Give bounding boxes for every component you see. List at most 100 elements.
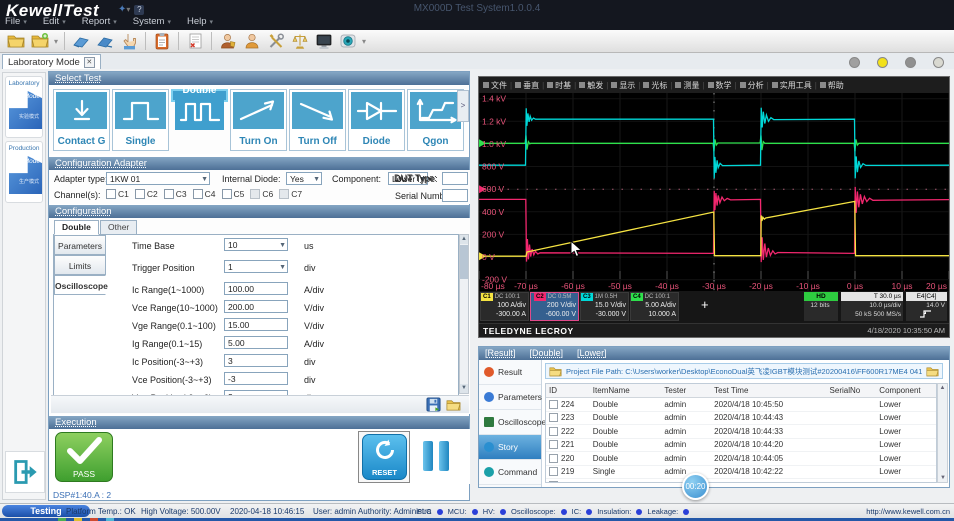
internal-diode-select[interactable]: Yes▼ [286, 172, 322, 185]
channel-checkbox-c7[interactable]: C7 [279, 189, 302, 199]
table-row[interactable]: 220Doubleadmin2020/4/18 10:44:05Lower [546, 452, 936, 466]
adapter-type-select[interactable]: 1KW 01▼ [106, 172, 210, 185]
results-nav-story[interactable]: Story [479, 435, 541, 460]
menu-report[interactable]: Report▾ [82, 16, 117, 27]
report-doc-icon[interactable] [185, 31, 205, 51]
laboratory-mode-button[interactable]: Laboratory Mode 实验模式 [5, 76, 43, 138]
scope-menu-3[interactable]: 时基 [547, 80, 571, 91]
channel-checkbox-c6[interactable]: C6 [250, 189, 273, 199]
process-blue2-icon[interactable] [95, 31, 115, 51]
test-button-double[interactable]: Double [171, 89, 228, 102]
column-header-itemname[interactable]: ItemName [590, 386, 662, 395]
table-row[interactable]: 222Doubleadmin2020/4/18 10:44:33Lower [546, 425, 936, 439]
scope-menu-11[interactable]: 帮助 [820, 80, 844, 91]
test-button-single[interactable]: Single [112, 89, 169, 151]
config-side-tab-limits[interactable]: Limits [54, 255, 106, 275]
row-checkbox[interactable] [549, 400, 558, 409]
open-project-icon[interactable] [6, 31, 26, 51]
row-checkbox[interactable] [549, 467, 558, 476]
trigger-box[interactable]: E4[C4]14.0 V [906, 292, 947, 321]
scope-menu-9[interactable]: 分析 [740, 80, 764, 91]
scope-menu-1[interactable]: 文件 [483, 80, 507, 91]
scope-menu-2[interactable]: 垂直 [515, 80, 539, 91]
menu-edit[interactable]: Edit▾ [43, 16, 66, 27]
test-button-turn-off[interactable]: Turn Off [289, 89, 346, 151]
field-input-5[interactable]: 15.00 [224, 318, 288, 331]
config-side-tab-oscilloscope[interactable]: Oscilloscope [54, 275, 106, 295]
scope-menu-6[interactable]: 光标 [643, 80, 667, 91]
column-header-serialno[interactable]: SerialNo [827, 386, 877, 395]
table-row[interactable]: 219Singleadmin2020/4/18 10:42:22Lower [546, 466, 936, 480]
menu-system[interactable]: System▾ [133, 16, 171, 27]
results-nav-oscilloscope[interactable]: Oscilloscope [479, 410, 541, 435]
test-scroll-right-arrow[interactable]: > [457, 90, 469, 122]
pass-status-button[interactable]: PASS [55, 432, 113, 482]
scope-menu-7[interactable]: 测量 [675, 80, 699, 91]
table-row[interactable]: 224Doubleadmin2020/4/18 10:45:50Lower [546, 398, 936, 412]
scroll-down-icon[interactable]: ▼ [940, 475, 946, 481]
channel-box-c2[interactable]: C2DC 0.5M200 V/div-600.00 V [530, 292, 579, 321]
production-mode-button[interactable]: Production Mode 生产模式 [5, 141, 43, 203]
test-button-contact-g[interactable]: Contact G [53, 89, 110, 151]
channel-box-c1[interactable]: C1DC 100:1100 A/div-300.00 A [480, 292, 529, 321]
scope-menu-10[interactable]: 实用工具 [772, 80, 812, 91]
open-new-icon[interactable] [30, 31, 50, 51]
scope-menu-5[interactable]: 显示 [611, 80, 635, 91]
process-blue-icon[interactable] [71, 31, 91, 51]
scroll-down-icon[interactable]: ▼ [460, 384, 468, 393]
field-input-7[interactable]: 3 [224, 354, 288, 367]
row-checkbox[interactable] [549, 481, 558, 483]
hand-select-icon[interactable] [119, 31, 139, 51]
row-checkbox[interactable] [549, 427, 558, 436]
channel-checkbox-c2[interactable]: C2 [135, 189, 158, 199]
channel-checkbox-c4[interactable]: C4 [193, 189, 216, 199]
table-row[interactable]: 218Singleadmin2020/4/18 10:40:16Lower [546, 479, 936, 483]
scroll-up-icon[interactable]: ▲ [460, 235, 468, 244]
configuration-scrollbar[interactable]: ▲ ▼ [459, 234, 469, 394]
load-config-button[interactable] [446, 397, 461, 412]
toolbar-dropdown-caret-icon[interactable]: ▾ [362, 37, 366, 46]
table-row[interactable]: 223Doubleadmin2020/4/18 10:44:43Lower [546, 412, 936, 426]
reset-button[interactable]: RESET [362, 434, 407, 480]
results-nav-result[interactable]: Result [479, 360, 541, 385]
test-button-qgon[interactable]: Qgon [407, 89, 464, 151]
config-tab-other[interactable]: Other [100, 220, 137, 235]
results-nav-command[interactable]: Command [479, 460, 541, 485]
config-side-tab-parameters[interactable]: Parameters [54, 235, 106, 255]
dut-type-input[interactable] [442, 172, 468, 185]
field-select-1[interactable]: 10▼ [224, 238, 288, 251]
field-input-6[interactable]: 5.00 [224, 336, 288, 349]
table-row[interactable]: 221Doubleadmin2020/4/18 10:44:20Lower [546, 439, 936, 453]
column-header-component[interactable]: Component [876, 386, 936, 395]
scroll-up-icon[interactable]: ▲ [938, 385, 947, 391]
row-checkbox[interactable] [549, 413, 558, 422]
user-admin-icon[interactable] [218, 31, 238, 51]
save-config-button[interactable] [426, 397, 441, 412]
monitor-icon[interactable] [314, 31, 334, 51]
column-header-test-time[interactable]: Test Time [711, 386, 826, 395]
serial-number-input[interactable] [442, 189, 468, 202]
camera-icon[interactable] [338, 31, 358, 51]
channel-box-c4[interactable]: C4DC 100:15.00 A/div10.000 A [630, 292, 679, 321]
timebase-box[interactable]: T 30.0 µs10.0 µs/div50 kS 500 MS/s [841, 292, 903, 321]
scope-menu-4[interactable]: 触发 [579, 80, 603, 91]
test-button-turn-on[interactable]: Turn On [230, 89, 287, 151]
tools-icon[interactable] [266, 31, 286, 51]
toolbar-dropdown-caret-icon[interactable]: ▾ [54, 37, 58, 46]
clipboard-test-icon[interactable] [152, 31, 172, 51]
test-button-diode[interactable]: Diode [348, 89, 405, 151]
exit-button[interactable] [5, 451, 45, 493]
user-normal-icon[interactable] [242, 31, 262, 51]
menu-file[interactable]: File▾ [5, 16, 27, 27]
field-input-8[interactable]: -3 [224, 372, 288, 385]
field-input-3[interactable]: 100.00 [224, 282, 288, 295]
row-checkbox[interactable] [549, 454, 558, 463]
row-checkbox[interactable] [549, 440, 558, 449]
acquisition-hd-box[interactable]: HD12 bits [804, 292, 838, 321]
channel-checkbox-c5[interactable]: C5 [222, 189, 245, 199]
menu-help[interactable]: Help▾ [187, 16, 213, 27]
config-tab-double[interactable]: Double [54, 220, 99, 235]
channel-box-c3[interactable]: C31M 0.5H15.0 V/div-30.000 V [580, 292, 629, 321]
scope-menu-8[interactable]: 数学 [708, 80, 732, 91]
field-select-2[interactable]: 1▼ [224, 260, 288, 273]
